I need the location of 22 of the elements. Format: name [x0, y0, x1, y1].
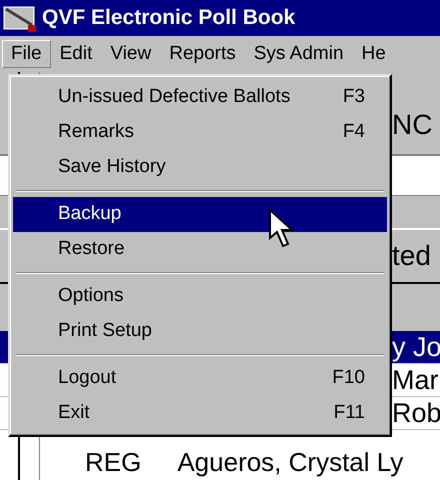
table-cell-text: Mar	[392, 364, 438, 397]
menu-item[interactable]: Sys Admin	[244, 40, 353, 68]
menu-item[interactable]: He	[352, 40, 395, 68]
menu-item[interactable]: Remarks F4	[13, 115, 387, 150]
menu-item[interactable]: View	[101, 40, 160, 68]
table-cell: Agueros, Crystal Ly	[177, 448, 404, 477]
menu-item[interactable]: Save History	[13, 150, 387, 185]
menu-item[interactable]: Un-issued Defective Ballots F3	[13, 80, 387, 115]
menu-item[interactable]: File	[2, 40, 51, 68]
field-text: ted	[392, 239, 431, 273]
menu-item[interactable]: Exit F11	[13, 396, 387, 431]
menu-item[interactable]: Print Setup	[13, 314, 387, 349]
pointer-cursor-icon	[268, 208, 296, 250]
menu-item[interactable]: Restore	[13, 232, 387, 267]
menu-item[interactable]: Backup	[13, 197, 387, 232]
table-cell: REG	[85, 448, 142, 477]
panel-heading: NC	[392, 108, 432, 142]
menu-item[interactable]: Reports	[160, 40, 245, 68]
menu-item[interactable]: Edit	[50, 40, 102, 68]
menu-item[interactable]: Options	[13, 279, 387, 314]
window-title: QVF Electronic Poll Book	[42, 5, 296, 32]
menu-item[interactable]: Logout F10	[13, 361, 387, 396]
